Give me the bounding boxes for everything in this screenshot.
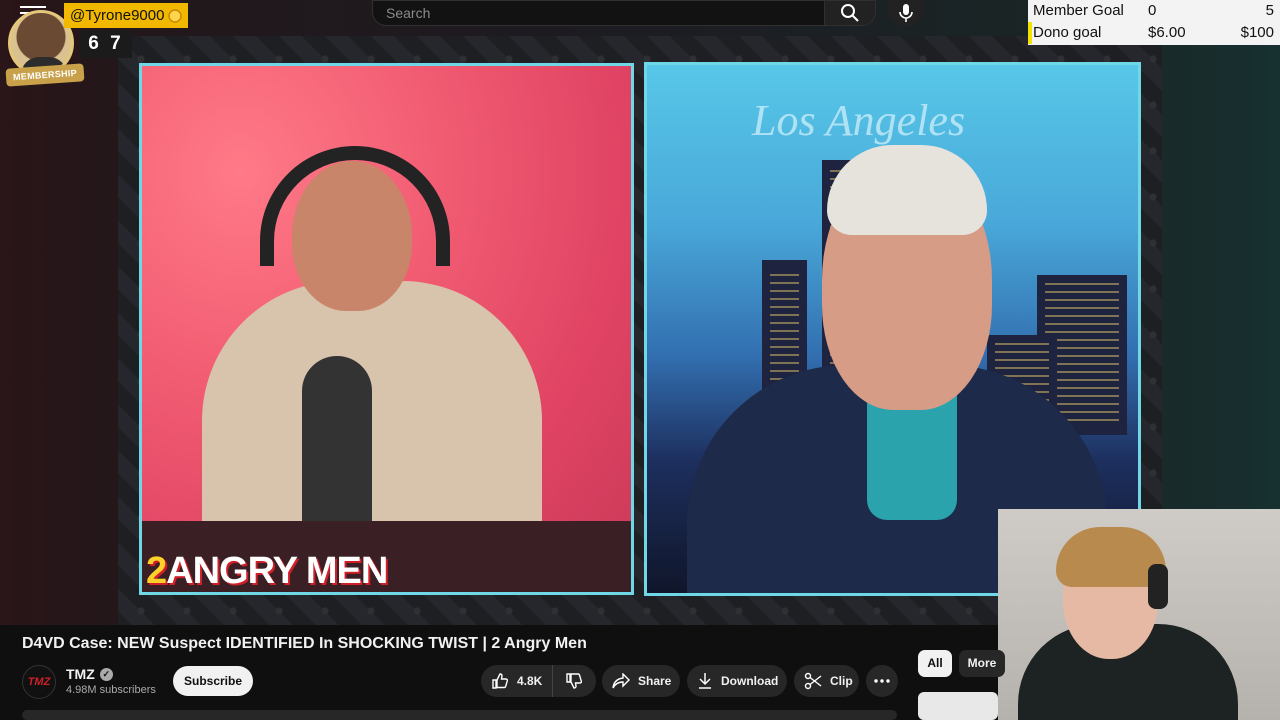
clip-button[interactable]: Clip <box>794 665 859 697</box>
scissors-icon <box>804 672 822 690</box>
member-goal-target: 5 <box>1265 2 1274 19</box>
dono-goal-row: Dono goal $6.00 $100 <box>1028 22 1280 44</box>
member-goal-label: Member Goal <box>1033 2 1124 19</box>
dono-goal-target: $100 <box>1240 24 1274 41</box>
dono-goal-current: $6.00 <box>1148 24 1186 41</box>
share-button[interactable]: Share <box>602 665 680 697</box>
verified-check-icon: ✓ <box>99 667 113 681</box>
search-button[interactable] <box>824 0 876 26</box>
search-input[interactable] <box>373 1 824 25</box>
username-text: @Tyrone9000 <box>70 7 165 24</box>
dono-goal-label: Dono goal <box>1033 24 1102 41</box>
thumbs-up-icon <box>492 673 509 689</box>
city-sign: Los Angeles <box>752 96 966 145</box>
download-label: Download <box>721 674 779 688</box>
dono-goal-progress <box>1028 22 1032 44</box>
coin-icon <box>168 8 183 23</box>
member-goal-current: 0 <box>1148 2 1157 19</box>
show-logo-text: ANGRY MEN <box>166 550 388 592</box>
guest-hair <box>827 145 987 235</box>
search-icon <box>841 4 859 22</box>
mic-icon <box>899 4 913 22</box>
description-box[interactable] <box>22 710 897 720</box>
more-actions-button[interactable] <box>866 665 898 697</box>
streamer-webcam <box>998 509 1280 720</box>
clip-label: Clip <box>830 674 853 688</box>
share-label: Share <box>638 674 672 688</box>
subscriber-count: 4.98M subscribers <box>66 684 156 696</box>
channel-name[interactable]: TMZ ✓ <box>66 666 113 682</box>
like-button[interactable]: 4.8K <box>481 665 553 697</box>
show-logo-number: 2 <box>146 550 167 592</box>
headphones-icon <box>260 146 450 266</box>
subscribe-button[interactable]: Subscribe <box>173 666 253 696</box>
member-goal-row: Member Goal 0 5 <box>1028 0 1280 22</box>
filter-chip-all[interactable]: All <box>918 650 952 677</box>
counter-display: 6 7 <box>80 30 132 58</box>
channel-avatar[interactable]: TMZ <box>22 665 56 699</box>
more-horizontal-icon <box>874 679 890 683</box>
left-video-panel: 2ANGRY MEN <box>139 63 634 595</box>
video-title: D4VD Case: NEW Suspect IDENTIFIED In SHO… <box>22 635 587 652</box>
download-button[interactable]: Download <box>687 665 787 697</box>
download-icon <box>699 673 711 689</box>
headphones-icon <box>1148 564 1168 609</box>
thumbs-down-icon <box>566 673 583 689</box>
share-icon <box>612 673 630 689</box>
like-count: 4.8K <box>517 674 543 688</box>
recommended-thumbnail[interactable] <box>918 692 998 720</box>
channel-name-text[interactable]: TMZ <box>66 666 95 682</box>
username-tag: @Tyrone9000 <box>64 3 189 28</box>
microphone <box>302 356 372 536</box>
filter-chip-more[interactable]: More <box>959 650 1005 677</box>
goals-overlay: Member Goal 0 5 Dono goal $6.00 $100 <box>1028 0 1280 45</box>
dislike-button[interactable] <box>553 665 595 697</box>
like-dislike-group: 4.8K <box>481 665 596 697</box>
show-logo: 2ANGRY MEN <box>146 550 388 592</box>
search-bar[interactable] <box>372 0 824 26</box>
